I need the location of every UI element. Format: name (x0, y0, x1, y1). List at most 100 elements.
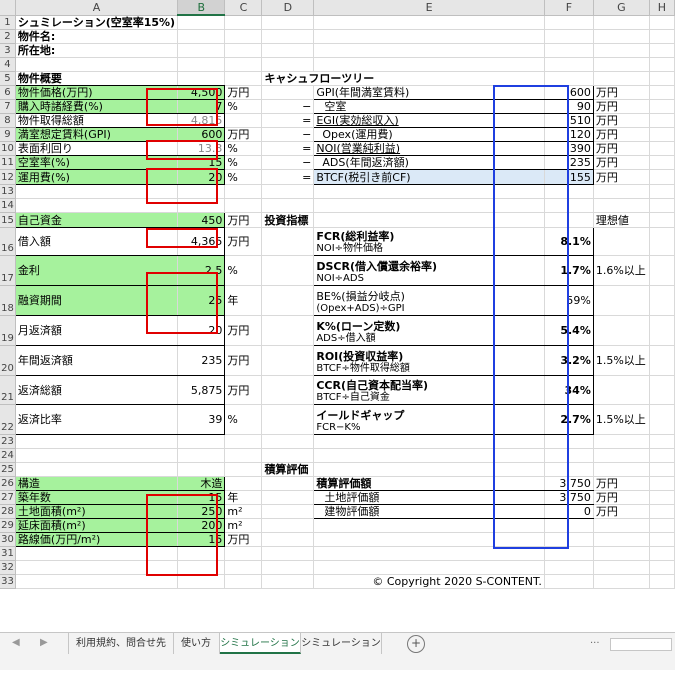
row-header[interactable]: 5 (0, 71, 16, 86)
cf-label-2[interactable]: EGI(実効総収入) (313, 113, 545, 128)
column-header-a[interactable]: A (15, 0, 179, 16)
valuation-land-label[interactable]: 土地評価額 (313, 490, 545, 505)
copyright-text[interactable]: © Copyright 2020 S-CONTENT. (313, 574, 545, 589)
floor-area-label[interactable]: 延床面積(m²) (14, 518, 179, 533)
row-header[interactable]: 17 (0, 255, 16, 286)
ideal-header[interactable]: 理想値 (593, 212, 650, 228)
age-value[interactable]: 15 (177, 490, 226, 505)
row-header[interactable]: 23 (0, 434, 16, 449)
tab-terms[interactable]: 利用規約、問合せ先 (68, 633, 174, 654)
row-header[interactable]: 15 (0, 212, 16, 228)
indicator-dscr[interactable]: DSCR(借入償還余裕率) NOI÷ADS (313, 255, 545, 286)
row-header[interactable]: 32 (0, 560, 16, 575)
total-unit[interactable]: 万円 (224, 375, 263, 405)
row-header[interactable]: 22 (0, 404, 16, 435)
cf-unit-4[interactable]: 万円 (593, 141, 650, 156)
cf-unit-2[interactable]: 万円 (593, 113, 650, 128)
cf-value-4[interactable]: 390 (544, 141, 594, 156)
tab-simulation-1[interactable]: シミュレーション1 (220, 633, 301, 670)
indicator-k-value[interactable]: 5.4% (544, 315, 594, 346)
spreadsheet-grid[interactable]: A B C D E F G H 1 シュミレーション(空室率15%) 2 物件名… (0, 0, 675, 632)
cf-value-2[interactable]: 510 (544, 113, 594, 128)
cf-unit-6[interactable]: 万円 (593, 169, 650, 185)
indicator-dscr-ideal[interactable]: 1.6%以上 (593, 255, 650, 286)
row-header[interactable]: 25 (0, 462, 16, 477)
cf-op-3[interactable]: − (261, 127, 315, 142)
equity-label[interactable]: 自己資金 (14, 212, 179, 228)
row-header[interactable]: 14 (0, 198, 16, 213)
vacancy-label[interactable]: 空室率(%) (14, 155, 179, 170)
term-unit[interactable]: 年 (224, 285, 263, 316)
ratio-unit[interactable]: % (224, 404, 263, 435)
rate-unit[interactable]: % (224, 255, 263, 286)
yield-value[interactable]: 13.3 (177, 141, 226, 156)
cf-value-0[interactable]: 600 (544, 85, 594, 100)
cf-label-6[interactable]: BTCF(税引き前CF) (313, 169, 545, 185)
valuation-total-unit[interactable]: 万円 (593, 476, 650, 491)
valuation-header[interactable]: 積算評価 (261, 462, 315, 477)
monthly-label[interactable]: 月返済額 (14, 315, 179, 346)
column-header-f[interactable]: F (544, 0, 594, 16)
address-label[interactable]: 所在地: (15, 43, 179, 58)
cf-op-1[interactable]: − (261, 99, 315, 114)
row-header[interactable]: 30 (0, 532, 16, 547)
indicator-be-value[interactable]: 59% (544, 285, 594, 316)
cf-op-4[interactable]: = (261, 141, 315, 156)
borrow-unit[interactable]: 万円 (224, 227, 263, 256)
row-header[interactable]: 33 (0, 574, 16, 589)
add-sheet-icon[interactable]: + (407, 635, 425, 653)
tab-simulation-2[interactable]: シミュレーション2 (301, 633, 382, 670)
indicator-fcr[interactable]: FCR(総利益率) NOI÷物件価格 (313, 227, 545, 256)
term-label[interactable]: 融資期間 (14, 285, 179, 316)
row-header[interactable]: 27 (0, 490, 16, 505)
row-header[interactable]: 9 (0, 127, 16, 142)
row-header[interactable]: 29 (0, 518, 16, 533)
row-header[interactable]: 7 (0, 99, 16, 114)
indicator-roi-value[interactable]: 3.2% (544, 345, 594, 376)
yield-unit[interactable]: % (224, 141, 263, 156)
cf-value-6[interactable]: 155 (544, 169, 594, 185)
indicator-yield-gap-value[interactable]: 2.7% (544, 404, 594, 435)
term-value[interactable]: 25 (177, 285, 226, 316)
valuation-land-unit[interactable]: 万円 (593, 490, 650, 505)
road-price-label[interactable]: 路線価(万円/m²) (14, 532, 179, 547)
equity-value[interactable]: 450 (177, 212, 226, 228)
valuation-land-value[interactable]: 3,750 (544, 490, 594, 505)
structure-label[interactable]: 構造 (14, 476, 179, 491)
opex-rate-unit[interactable]: % (224, 169, 263, 185)
cf-label-1[interactable]: 空室 (313, 99, 545, 114)
horizontal-scrollbar[interactable] (610, 638, 672, 651)
cf-op-2[interactable]: = (261, 113, 315, 128)
row-header[interactable]: 24 (0, 448, 16, 463)
land-area-label[interactable]: 土地面積(m²) (14, 504, 179, 519)
row-header[interactable]: 3 (0, 43, 16, 58)
tab-nav-prev[interactable]: ◀ (12, 637, 20, 648)
cell-table[interactable]: A B C D E F G H 1 シュミレーション(空室率15%) 2 物件名… (0, 0, 675, 589)
gpi-label[interactable]: 満室想定賃料(GPI) (14, 127, 179, 142)
tab-nav-next[interactable]: ▶ (40, 637, 48, 648)
indicator-ccr-value[interactable]: 34% (544, 375, 594, 405)
indicator-roi-ideal[interactable]: 1.5%以上 (593, 345, 650, 376)
indicator-be[interactable]: BE%(損益分岐点) (Opex+ADS)÷GPI (313, 285, 545, 316)
row-header[interactable]: 28 (0, 504, 16, 519)
row-header[interactable]: 31 (0, 546, 16, 561)
indicator-k-ideal[interactable] (593, 315, 650, 346)
indicator-k[interactable]: K%(ローン定数) ADS÷借入額 (313, 315, 545, 346)
valuation-total-label[interactable]: 積算評価額 (313, 476, 545, 491)
indicator-roi[interactable]: ROI(投資収益率) BTCF÷物件取得総額 (313, 345, 545, 376)
rate-value[interactable]: 2.5 (177, 255, 226, 286)
row-header[interactable]: 16 (0, 227, 16, 256)
monthly-unit[interactable]: 万円 (224, 315, 263, 346)
cf-value-5[interactable]: 235 (544, 155, 594, 170)
structure-value[interactable]: 木造 (177, 476, 226, 491)
indicator-ccr-ideal[interactable] (593, 375, 650, 405)
age-label[interactable]: 築年数 (14, 490, 179, 505)
total-label[interactable]: 返済総額 (14, 375, 179, 405)
row-header[interactable]: 20 (0, 345, 16, 376)
cf-unit-3[interactable]: 万円 (593, 127, 650, 142)
price-value[interactable]: 4,500 (177, 85, 226, 100)
row-header[interactable]: 10 (0, 141, 16, 156)
tab-howto[interactable]: 使い方 (173, 633, 220, 654)
borrow-label[interactable]: 借入額 (14, 227, 179, 256)
cost-rate-value[interactable]: 7 (177, 99, 226, 114)
